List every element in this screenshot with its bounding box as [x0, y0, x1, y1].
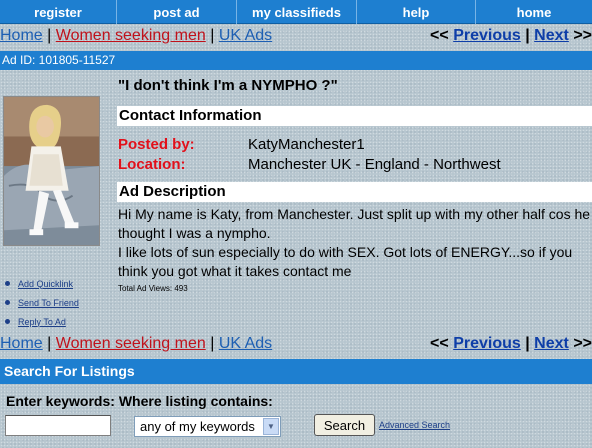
send-to-friend-item: Send To Friend	[5, 293, 79, 312]
next-link[interactable]: Next	[534, 335, 569, 352]
keyword-mode-selected: any of my keywords	[140, 419, 255, 434]
nav-my-classifieds[interactable]: my classifieds	[237, 0, 357, 24]
pager-prev-arrows: <<	[430, 27, 449, 44]
description-paragraph: I like lots of sun especially to do with…	[118, 244, 573, 279]
pager-divider: |	[525, 27, 530, 44]
keyword-mode-select[interactable]: any of my keywords ▼	[134, 416, 281, 437]
breadcrumb-category-link[interactable]: Women seeking men	[56, 27, 206, 44]
pager-next-arrows: >>	[573, 27, 592, 44]
chevron-down-icon[interactable]: ▼	[263, 418, 279, 435]
ad-photo[interactable]	[3, 96, 100, 246]
nav-register[interactable]: register	[0, 0, 117, 24]
breadcrumb-region-link[interactable]: UK Ads	[219, 335, 272, 352]
bullet-icon	[5, 300, 10, 305]
ad-description-heading: Ad Description	[117, 182, 592, 202]
top-navigation: register post ad my classifieds help hom…	[0, 0, 592, 24]
pager-bottom: << Previous | Next >>	[430, 334, 592, 354]
previous-link[interactable]: Previous	[453, 27, 521, 44]
pager-prev-arrows: <<	[430, 335, 449, 352]
breadcrumb-category-link[interactable]: Women seeking men	[56, 335, 206, 352]
breadcrumb-separator: |	[210, 335, 215, 352]
breadcrumb-bottom: Home | Women seeking men | UK Ads	[0, 334, 272, 354]
add-quicklink-link[interactable]: Add Quicklink	[18, 279, 73, 289]
keywords-prompt: Enter keywords: Where listing contains:	[6, 393, 273, 409]
reply-to-ad-item: Reply To Ad	[5, 312, 79, 331]
bullet-icon	[5, 319, 10, 324]
breadcrumb-separator: |	[47, 27, 52, 44]
pager-top: << Previous | Next >>	[430, 26, 592, 46]
ad-id-bar: Ad ID: 101805-11527	[0, 51, 592, 70]
nav-post-ad[interactable]: post ad	[117, 0, 237, 24]
previous-link[interactable]: Previous	[453, 335, 521, 352]
send-to-friend-link[interactable]: Send To Friend	[18, 298, 79, 308]
add-quicklink-item: Add Quicklink	[5, 274, 79, 293]
breadcrumb-home-link[interactable]: Home	[0, 27, 43, 44]
nav-home[interactable]: home	[476, 0, 592, 24]
breadcrumb-separator: |	[47, 335, 52, 352]
contact-information-heading: Contact Information	[117, 106, 592, 126]
total-ad-views: Total Ad Views: 493	[118, 284, 188, 293]
pager-divider: |	[525, 335, 530, 352]
breadcrumb-top: Home | Women seeking men | UK Ads	[0, 26, 272, 46]
description-paragraph: Hi My name is Katy, from Manchester. Jus…	[118, 206, 591, 241]
keyword-search-input[interactable]	[5, 415, 111, 436]
nav-help[interactable]: help	[357, 0, 476, 24]
bullet-icon	[5, 281, 10, 286]
ad-actions: Add Quicklink Send To Friend Reply To Ad	[5, 274, 79, 331]
breadcrumb-separator: |	[210, 27, 215, 44]
posted-by-value: KatyManchester1	[248, 136, 365, 153]
ad-description: Hi My name is Katy, from Manchester. Jus…	[118, 205, 592, 281]
ad-title: "I don't think I'm a NYMPHO ?"	[118, 77, 338, 94]
location-label: Location:	[118, 156, 186, 173]
reply-to-ad-link[interactable]: Reply To Ad	[18, 317, 66, 327]
location-value: Manchester UK - England - Northwest	[248, 156, 501, 173]
breadcrumb-home-link[interactable]: Home	[0, 335, 43, 352]
search-button[interactable]: Search	[314, 414, 375, 436]
advanced-search-link[interactable]: Advanced Search	[379, 420, 450, 430]
search-for-listings-heading: Search For Listings	[0, 359, 592, 384]
breadcrumb-region-link[interactable]: UK Ads	[219, 27, 272, 44]
next-link[interactable]: Next	[534, 27, 569, 44]
pager-next-arrows: >>	[573, 335, 592, 352]
posted-by-label: Posted by:	[118, 136, 195, 153]
